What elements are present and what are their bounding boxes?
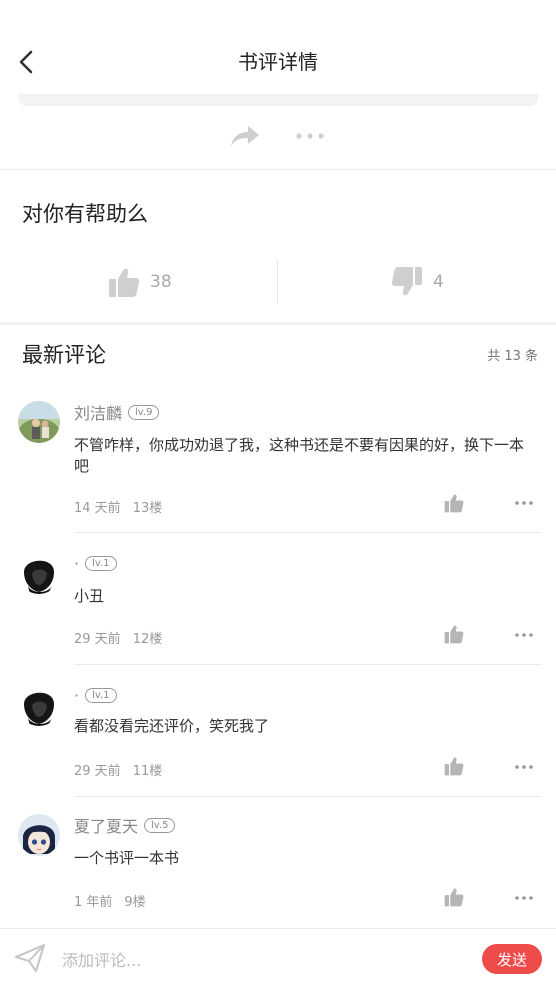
comment-input[interactable] <box>60 947 464 973</box>
comment-text: 小丑 <box>74 587 105 605</box>
upvote-count: 38 <box>150 272 172 292</box>
comment-time: 29 天前 <box>74 632 121 647</box>
comment-divider <box>74 796 542 797</box>
vote-row: 38 4 <box>0 258 556 306</box>
level-badge: lv.9 <box>128 404 160 420</box>
downvote-count: 4 <box>433 272 444 292</box>
comment-composer: 发送 <box>0 928 556 990</box>
comment-time: 29 天前 <box>74 764 121 779</box>
comments-count: 共 13 条 <box>487 349 538 364</box>
share-icon[interactable] <box>229 124 261 152</box>
page-title: 书评详情 <box>238 50 318 74</box>
more-icon[interactable] <box>514 627 534 646</box>
send-plane-icon <box>14 943 46 977</box>
more-icon[interactable] <box>514 759 534 778</box>
level-badge: lv.5 <box>144 817 176 833</box>
comment-item: · lv.1 看都没看完还评价，笑死我了 29 天前 11楼 <box>0 684 556 815</box>
comment-floor: 9楼 <box>124 895 146 910</box>
comment-time: 14 天前 <box>74 501 121 516</box>
avatar[interactable] <box>18 814 60 856</box>
vote-separator <box>277 260 278 304</box>
comment-floor: 12楼 <box>132 632 163 647</box>
comment-item: 刘洁麟 lv.9 不管咋样，你成功劝退了我，这种书还是不要有因果的好，换下一本吧… <box>0 400 556 533</box>
thumbs-up-icon <box>109 268 140 297</box>
comments-title: 最新评论 <box>22 343 106 367</box>
username[interactable]: · <box>74 686 79 705</box>
comment-floor: 13楼 <box>132 501 163 516</box>
comment-divider <box>74 532 542 533</box>
comment-time: 1 年前 <box>74 895 113 910</box>
avatar[interactable] <box>18 552 60 594</box>
username[interactable]: 刘洁麟 <box>74 400 122 424</box>
comment-text: 一个书评一本书 <box>74 849 180 867</box>
avatar[interactable] <box>18 684 60 726</box>
like-icon[interactable] <box>444 624 464 648</box>
send-button[interactable]: 发送 <box>482 944 542 974</box>
comment-meta: 1 年前 9楼 <box>74 891 146 910</box>
comment-author: · lv.1 <box>74 552 117 574</box>
comment-meta: 29 天前 12楼 <box>74 628 162 647</box>
divider <box>0 169 556 170</box>
like-icon[interactable] <box>444 756 464 780</box>
more-icon[interactable] <box>514 890 534 909</box>
comment-text: 不管咋样，你成功劝退了我，这种书还是不要有因果的好，换下一本吧 <box>74 436 525 475</box>
upvote-button[interactable]: 38 <box>108 258 172 306</box>
more-options-icon[interactable] <box>294 124 326 152</box>
downvote-button[interactable]: 4 <box>391 258 444 306</box>
top-bar: 书评详情 <box>0 0 556 94</box>
comment-item: 夏了夏天 lv.5 一个书评一本书 1 年前 9楼 <box>0 814 556 945</box>
more-icon[interactable] <box>514 495 534 514</box>
username[interactable]: · <box>74 554 79 573</box>
review-actions <box>0 118 556 154</box>
level-badge: lv.1 <box>85 687 117 703</box>
review-content-bottom <box>18 94 538 106</box>
comment-floor: 11楼 <box>132 764 163 779</box>
comment-meta: 14 天前 13楼 <box>74 497 162 516</box>
comment-author: 刘洁麟 lv.9 <box>74 400 160 424</box>
like-icon[interactable] <box>444 887 464 911</box>
comment-meta: 29 天前 11楼 <box>74 760 162 779</box>
avatar[interactable] <box>18 401 60 443</box>
like-icon[interactable] <box>444 493 464 517</box>
comment-text: 看都没看完还评价，笑死我了 <box>74 717 270 735</box>
comment-author: · lv.1 <box>74 684 117 706</box>
thumbs-down-icon <box>391 267 422 296</box>
username[interactable]: 夏了夏天 <box>74 813 138 837</box>
comment-divider <box>74 664 542 665</box>
helpful-title: 对你有帮助么 <box>22 202 148 226</box>
comment-item: · lv.1 小丑 29 天前 12楼 <box>0 552 556 683</box>
comment-author: 夏了夏天 lv.5 <box>74 813 176 837</box>
level-badge: lv.1 <box>85 555 117 571</box>
section-divider <box>0 322 556 325</box>
